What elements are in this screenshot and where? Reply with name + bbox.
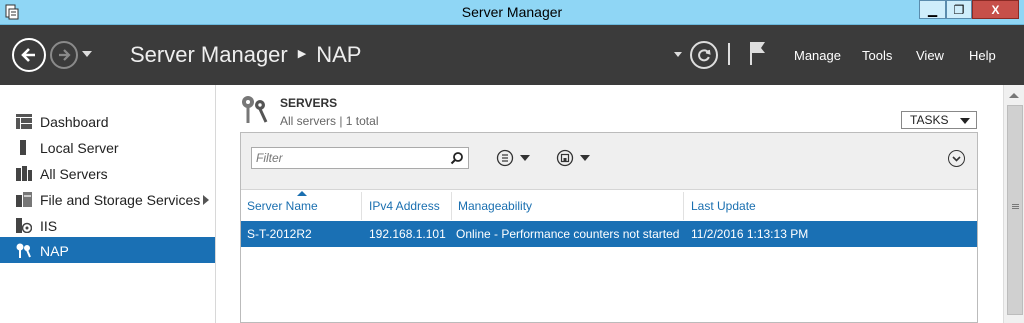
sidebar: Dashboard Local Server All Servers File … xyxy=(0,85,216,323)
sidebar-item-label: All Servers xyxy=(40,166,108,182)
close-button[interactable]: X xyxy=(972,0,1019,19)
list-view-options-icon[interactable] xyxy=(496,149,536,167)
column-last-update[interactable]: Last Update xyxy=(691,199,756,213)
grip-icon xyxy=(1012,204,1019,205)
sidebar-item-label: File and Storage Services xyxy=(40,192,201,208)
sidebar-item-label: Dashboard xyxy=(40,114,109,130)
sort-ascending-icon xyxy=(297,191,307,196)
notifications-flag-icon[interactable] xyxy=(748,40,768,66)
menu-tools[interactable]: Tools xyxy=(862,48,892,63)
filter-toolbar: Filter xyxy=(241,133,977,190)
column-divider[interactable] xyxy=(683,192,684,220)
search-icon[interactable] xyxy=(450,151,464,165)
restore-icon: ❐ xyxy=(953,2,965,17)
servers-panel: Filter Server Name IPv4 Address Manageab… xyxy=(240,132,978,323)
sidebar-item-label: NAP xyxy=(40,243,69,259)
column-divider[interactable] xyxy=(361,192,362,220)
header-divider xyxy=(728,43,730,65)
scroll-up-icon[interactable] xyxy=(1009,93,1019,98)
sidebar-item-iis[interactable]: IIS xyxy=(0,212,215,238)
section-subtitle: All servers | 1 total xyxy=(280,114,379,128)
close-icon: X xyxy=(991,2,1000,17)
back-button[interactable] xyxy=(12,38,46,72)
sidebar-item-dashboard[interactable]: Dashboard xyxy=(0,108,215,134)
chevron-down-icon xyxy=(960,118,970,124)
forward-button[interactable] xyxy=(50,41,78,69)
sidebar-item-nap[interactable]: NAP xyxy=(0,237,215,263)
refresh-icon xyxy=(698,49,711,62)
main-content: SERVERS All servers | 1 total TASKS Filt… xyxy=(217,85,1003,323)
breadcrumb-root[interactable]: Server Manager xyxy=(130,42,288,67)
sidebar-item-file-storage[interactable]: File and Storage Services xyxy=(0,186,215,212)
menu-help[interactable]: Help xyxy=(969,48,996,63)
iis-icon xyxy=(16,218,32,233)
sidebar-item-all-servers[interactable]: All Servers xyxy=(0,160,215,186)
column-manageability[interactable]: Manageability xyxy=(458,199,532,213)
table-row[interactable]: S-T-2012R2 192.168.1.101 Online - Perfor… xyxy=(241,221,977,247)
dashboard-icon xyxy=(16,114,32,129)
column-ipv4[interactable]: IPv4 Address xyxy=(369,199,440,213)
breadcrumb-current: NAP xyxy=(316,42,362,67)
refresh-button[interactable] xyxy=(690,41,718,69)
menu-view[interactable]: View xyxy=(916,48,944,63)
servers-keys-icon xyxy=(242,96,268,123)
tasks-dropdown[interactable]: TASKS xyxy=(901,111,977,129)
cell-manageability: Online - Performance counters not starte… xyxy=(456,227,680,241)
minimize-icon: ▁ xyxy=(927,2,938,17)
window-titlebar: Server Manager ▁ ❐ X xyxy=(0,0,1024,25)
section-title: SERVERS xyxy=(280,96,338,110)
cell-server-name: S-T-2012R2 xyxy=(247,227,312,241)
column-divider[interactable] xyxy=(451,192,452,220)
cell-last-update: 11/2/2016 1:13:13 PM xyxy=(691,227,809,241)
server-icon xyxy=(20,140,26,155)
filter-input[interactable]: Filter xyxy=(251,147,469,169)
cell-ipv4: 192.168.1.101 xyxy=(369,227,446,241)
sidebar-item-label: IIS xyxy=(40,218,58,234)
sidebar-item-label: Local Server xyxy=(40,140,119,156)
table-header: Server Name IPv4 Address Manageability L… xyxy=(241,190,977,220)
expand-collapse-button[interactable] xyxy=(948,150,965,167)
minimize-button[interactable]: ▁ xyxy=(919,0,946,19)
filter-placeholder: Filter xyxy=(256,151,283,165)
sidebar-item-local-server[interactable]: Local Server xyxy=(0,134,215,160)
servers-icon xyxy=(16,166,32,181)
breadcrumb-separator-icon: ▶ xyxy=(297,47,307,60)
save-query-icon[interactable] xyxy=(556,149,596,167)
window-title: Server Manager xyxy=(461,4,563,20)
chevron-down-icon xyxy=(952,155,961,162)
vertical-scrollbar[interactable] xyxy=(1003,85,1024,323)
breadcrumb: Server Manager ▶ NAP xyxy=(130,42,361,68)
back-arrow-icon xyxy=(21,48,35,62)
storage-icon xyxy=(16,192,32,207)
tasks-label: TASKS xyxy=(910,113,949,127)
refresh-dropdown-icon[interactable] xyxy=(674,52,682,57)
scrollbar-thumb[interactable] xyxy=(1007,105,1023,315)
app-header: Server Manager ▶ NAP Manage Tools View Hel… xyxy=(0,25,1024,85)
nap-key-icon xyxy=(16,243,31,258)
forward-arrow-icon xyxy=(59,49,71,61)
restore-button[interactable]: ❐ xyxy=(946,0,972,19)
history-dropdown-icon[interactable] xyxy=(82,51,92,57)
expand-arrow-icon[interactable] xyxy=(203,195,209,205)
menu-manage[interactable]: Manage xyxy=(794,48,841,63)
column-server-name[interactable]: Server Name xyxy=(247,199,318,213)
